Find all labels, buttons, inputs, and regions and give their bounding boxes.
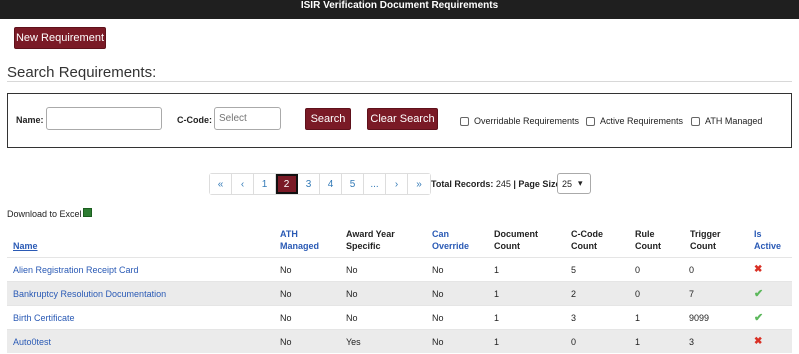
table-row: Alien Registration Receipt Card No No No… [7, 257, 792, 281]
prev-page-button[interactable]: ‹ [232, 174, 254, 194]
col-header-ccode-count: C-Code Count [571, 229, 603, 251]
row-rule-count: 1 [635, 337, 641, 347]
col-header-can-override[interactable]: Can Override [432, 228, 474, 252]
row-trigger-count: 0 [689, 265, 695, 275]
window-title: ISIR Verification Document Requirements [0, 0, 799, 19]
inactive-x-icon: ✖ [754, 336, 763, 347]
row-award-year: No [346, 313, 358, 323]
page-size-value: 25 [562, 178, 573, 189]
row-ath-managed: No [280, 265, 292, 275]
page-1[interactable]: 1 [254, 174, 276, 194]
chevron-down-icon: ▾ [578, 178, 583, 188]
next-page-button[interactable]: › [386, 174, 408, 194]
new-requirement-button[interactable]: New Requirement [14, 27, 106, 49]
table-row: Auto0test No Yes No 1 0 1 3 ✖ [7, 329, 792, 353]
ath-label: ATH Managed [705, 116, 763, 126]
ath-filter[interactable]: ATH Managed [691, 116, 762, 126]
col-header-document-count: Document Count [494, 229, 539, 251]
clear-search-button[interactable]: Clear Search [367, 108, 438, 130]
page-2-current[interactable]: 2 [276, 174, 298, 194]
col-header-ath-managed[interactable]: ATH Managed [280, 228, 328, 252]
download-excel-label: Download to Excel [7, 209, 82, 219]
page-5[interactable]: 5 [342, 174, 364, 194]
col-header-rule-count: Rule Count [635, 229, 661, 251]
row-name-link[interactable]: Alien Registration Receipt Card [13, 265, 139, 275]
active-checkbox[interactable] [586, 116, 595, 126]
col-header-name[interactable]: Name [13, 240, 38, 252]
total-records-label: Total Records: [431, 179, 494, 189]
search-panel: Name: C-Code: Search Clear Search Overri… [7, 93, 792, 148]
row-award-year: Yes [346, 337, 361, 347]
name-label: Name: [16, 115, 44, 125]
row-award-year: No [346, 289, 358, 299]
row-can-override: No [432, 337, 444, 347]
search-section-title: Search Requirements: [7, 64, 157, 81]
overridable-filter[interactable]: Overridable Requirements [460, 116, 579, 126]
section-divider [7, 81, 792, 82]
col-header-is-active[interactable]: Is Active [754, 228, 786, 252]
row-rule-count: 0 [635, 265, 641, 275]
first-page-button[interactable]: « [210, 174, 232, 194]
row-can-override: No [432, 265, 444, 275]
last-page-button[interactable]: » [408, 174, 430, 194]
row-document-count: 1 [494, 265, 500, 275]
row-name-link[interactable]: Birth Certificate [13, 313, 75, 323]
overridable-label: Overridable Requirements [474, 116, 580, 126]
row-can-override: No [432, 289, 444, 299]
inactive-x-icon: ✖ [754, 264, 763, 275]
page-size-select[interactable]: 25 ▾ [557, 173, 591, 194]
row-document-count: 1 [494, 289, 500, 299]
total-records-value: 245 [495, 179, 511, 189]
row-ccode-count: 0 [571, 337, 577, 347]
row-rule-count: 1 [635, 313, 641, 323]
row-ccode-count: 3 [571, 313, 577, 323]
col-header-trigger-count: Trigger Count [690, 229, 721, 251]
table-row: Bankruptcy Resolution Documentation No N… [7, 281, 792, 305]
row-document-count: 1 [494, 337, 500, 347]
col-header-award-year: Award Year Specific [346, 229, 395, 251]
row-ccode-count: 5 [571, 265, 577, 275]
active-check-icon: ✔ [754, 288, 764, 300]
row-ath-managed: No [280, 313, 292, 323]
overridable-checkbox[interactable] [460, 116, 469, 126]
row-ath-managed: No [280, 289, 292, 299]
row-name-link[interactable]: Bankruptcy Resolution Documentation [13, 289, 166, 299]
pagination: « ‹ 1 2 3 4 5 ... › » [209, 173, 431, 195]
download-excel-link[interactable]: Download to Excel [7, 208, 92, 219]
active-check-icon: ✔ [754, 312, 764, 324]
active-label: Active Requirements [600, 116, 684, 126]
row-can-override: No [432, 313, 444, 323]
ccode-select[interactable] [214, 107, 281, 130]
active-filter[interactable]: Active Requirements [586, 116, 683, 126]
row-ath-managed: No [280, 337, 292, 347]
page-4[interactable]: 4 [320, 174, 342, 194]
search-button[interactable]: Search [305, 108, 351, 130]
page-ellipsis[interactable]: ... [364, 174, 386, 194]
excel-icon [82, 208, 92, 217]
row-trigger-count: 9099 [689, 313, 710, 323]
total-records: Total Records: 245 | Page Size: [431, 179, 563, 189]
ccode-label: C-Code: [177, 115, 212, 125]
name-input[interactable] [46, 107, 162, 130]
row-name-link[interactable]: Auto0test [13, 337, 51, 347]
row-rule-count: 0 [635, 289, 641, 299]
page-size-label: | Page Size: [513, 179, 564, 189]
row-award-year: No [346, 265, 358, 275]
row-trigger-count: 3 [689, 337, 695, 347]
row-document-count: 1 [494, 313, 500, 323]
row-trigger-count: 7 [689, 289, 695, 299]
ath-checkbox[interactable] [691, 116, 700, 126]
row-ccode-count: 2 [571, 289, 577, 299]
table-row: Birth Certificate No No No 1 3 1 9099 ✔ [7, 305, 792, 329]
page-3[interactable]: 3 [298, 174, 320, 194]
